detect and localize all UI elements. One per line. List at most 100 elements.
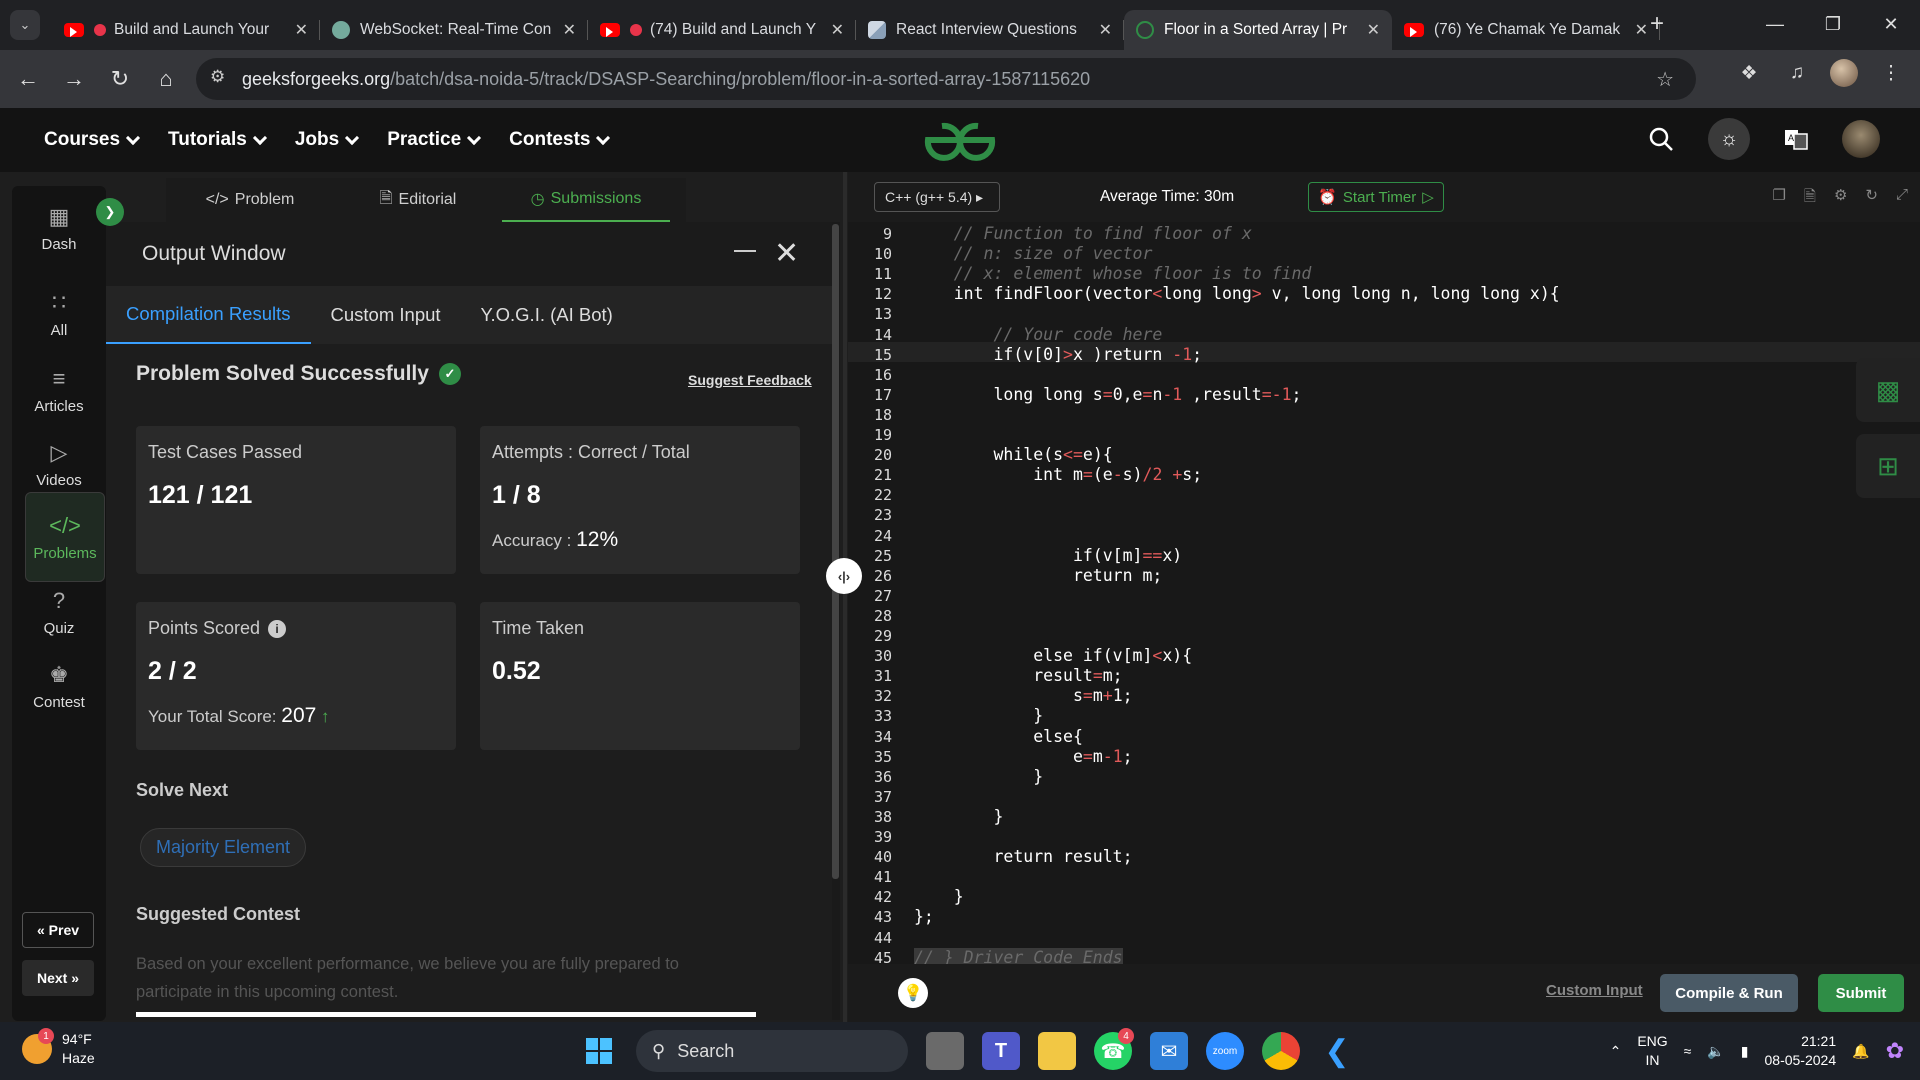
close-tab-icon[interactable]: ✕ [1367, 20, 1380, 40]
suggest-feedback-link[interactable]: Suggest Feedback [688, 372, 812, 388]
nav-tutorials[interactable]: Tutorials [168, 129, 267, 151]
clock[interactable]: 21:21 08-05-2024 [1765, 1032, 1837, 1070]
tab-problem[interactable]: </> Problem [166, 178, 334, 222]
code-line[interactable]: while(s<=e){ [914, 445, 1112, 465]
new-tab-button[interactable]: + [1650, 10, 1664, 38]
info-icon[interactable]: i [268, 619, 287, 638]
copilot-icon[interactable]: ✿ [1886, 1038, 1904, 1064]
close-output-icon[interactable]: ✕ [774, 236, 799, 271]
browser-tab[interactable]: Build and Launch Your ✕ [52, 10, 320, 50]
code-line[interactable]: // Function to find floor of x [914, 224, 1252, 244]
media-control-icon[interactable]: ♫ [1782, 58, 1812, 88]
close-window-icon[interactable]: ✕ [1862, 0, 1920, 48]
browser-tab[interactable]: WebSocket: Real-Time Con ✕ [320, 10, 588, 50]
tab-submissions[interactable]: ◷ Submissions [502, 178, 670, 222]
browser-tab[interactable]: (76) Ye Chamak Ye Damak ✕ [1392, 10, 1660, 50]
prev-button[interactable]: « Prev [22, 912, 94, 948]
forward-button[interactable]: → [54, 59, 94, 99]
language-select[interactable]: C++ (g++ 5.4) ▸ [874, 182, 1000, 212]
nav-practice[interactable]: Practice [387, 129, 482, 151]
theme-toggle-icon[interactable]: ☼ [1708, 118, 1750, 160]
restore-icon[interactable]: ❐ [1804, 0, 1862, 48]
resize-handle-icon[interactable]: ‹|› [826, 558, 862, 594]
start-timer-button[interactable]: ⏰ Start Timer ▷ [1308, 182, 1444, 212]
code-line[interactable]: s=m+1; [914, 686, 1133, 706]
tab-editorial[interactable]: 🗎 Editorial [334, 178, 502, 222]
compile-run-button[interactable]: Compile & Run [1660, 974, 1798, 1012]
custom-input-link[interactable]: Custom Input [1546, 982, 1643, 999]
close-tab-icon[interactable]: ✕ [1099, 20, 1112, 40]
code-line[interactable]: return result; [914, 847, 1132, 867]
home-button[interactable]: ⌂ [146, 59, 186, 99]
battery-icon[interactable]: ▮ [1741, 1043, 1749, 1060]
reload-button[interactable]: ↻ [100, 59, 140, 99]
extensions-icon[interactable]: ❖ [1734, 58, 1764, 88]
browser-menu-icon[interactable]: ⋮ [1876, 58, 1906, 88]
tab-ai-bot[interactable]: Y.O.G.I. (AI Bot) [461, 286, 633, 344]
code-line[interactable]: } [914, 807, 1003, 827]
task-view-icon[interactable] [926, 1032, 964, 1070]
minimize-output-icon[interactable] [734, 250, 756, 252]
back-button[interactable]: ← [8, 59, 48, 99]
minimize-icon[interactable]: — [1746, 0, 1804, 48]
browser-tab[interactable]: (74) Build and Launch Y ✕ [588, 10, 856, 50]
show-hidden-icons[interactable]: ⌃ [1610, 1043, 1622, 1060]
sidebar-item-videos[interactable]: ▷ Videos [12, 426, 106, 502]
chrome-icon[interactable] [1262, 1032, 1300, 1070]
code-line[interactable]: // x: element whose floor is to find [914, 264, 1312, 284]
code-line[interactable]: return m; [914, 566, 1162, 586]
zoom-icon[interactable]: zoom [1206, 1032, 1244, 1070]
sidebar-item-articles[interactable]: ≡ Articles [12, 352, 106, 428]
input-language[interactable]: ENG [1637, 1032, 1667, 1051]
code-line[interactable]: }; [914, 907, 934, 927]
code-line[interactable]: else if(v[m]<x){ [914, 646, 1192, 666]
user-avatar[interactable] [1842, 120, 1880, 158]
code-line[interactable]: int findFloor(vector<long long> v, long … [914, 284, 1560, 304]
tab-compilation-results[interactable]: Compilation Results [106, 286, 311, 344]
browser-profile-avatar[interactable] [1830, 59, 1858, 87]
code-line[interactable]: // Your code here [914, 325, 1162, 345]
notifications-icon[interactable]: 🔔 [1852, 1043, 1869, 1060]
close-tab-icon[interactable]: ✕ [295, 20, 308, 40]
nav-courses[interactable]: Courses [44, 129, 141, 151]
code-editor[interactable]: 9 // Function to find floor of x 10 // n:… [848, 222, 1920, 964]
fullscreen-icon[interactable]: ⤢ [1896, 186, 1908, 211]
taskbar-search[interactable]: ⚲ Search [636, 1030, 908, 1072]
reset-icon[interactable]: ↻ [1865, 186, 1878, 211]
weather-widget[interactable]: 1 94°F Haze [22, 1028, 95, 1068]
translate-icon[interactable]: A [1784, 127, 1808, 151]
close-tab-icon[interactable]: ✕ [563, 20, 576, 40]
code-line[interactable]: // } Driver Code Ends [914, 948, 1123, 964]
tab-search-button[interactable]: ⌄ [10, 10, 40, 40]
browser-tab[interactable]: React Interview Questions ✕ [856, 10, 1124, 50]
sidebar-item-contest[interactable]: ♚ Contest [12, 648, 106, 724]
copy-icon[interactable]: ❐ [1772, 186, 1785, 211]
close-tab-icon[interactable]: ✕ [1635, 20, 1648, 40]
search-icon[interactable] [1648, 126, 1674, 152]
code-line[interactable]: result=m; [914, 666, 1122, 686]
sidebar-item-problems[interactable]: </> Problems [25, 492, 105, 582]
add-note-icon[interactable]: ⊞ [1856, 434, 1920, 498]
sidebar-item-quiz[interactable]: ? Quiz [12, 574, 106, 650]
code-line[interactable]: int m=(e-s)/2 +s; [914, 465, 1202, 485]
volume-icon[interactable]: 🔈 [1707, 1043, 1724, 1060]
code-line[interactable]: } [914, 767, 1043, 787]
comments-icon[interactable]: ▩ [1856, 358, 1920, 422]
expand-sidebar-icon[interactable]: ❯ [96, 198, 124, 226]
submit-button[interactable]: Submit [1818, 974, 1904, 1012]
sidebar-item-all[interactable]: ∷ All [12, 276, 106, 352]
panel-divider[interactable] [843, 172, 847, 1022]
code-line[interactable]: if(v[m]==x) [914, 546, 1182, 566]
wifi-icon[interactable]: ≈ [1684, 1043, 1692, 1059]
nav-jobs[interactable]: Jobs [295, 129, 360, 151]
bookmark-star-icon[interactable]: ☆ [1656, 67, 1674, 92]
site-info-icon[interactable]: ⚙ [210, 67, 225, 87]
tab-custom-input[interactable]: Custom Input [311, 286, 461, 344]
file-icon[interactable]: 🗎 [1804, 186, 1816, 211]
nav-contests[interactable]: Contests [509, 129, 611, 151]
hint-bulb-icon[interactable]: 💡 [898, 978, 928, 1008]
settings-icon[interactable]: ⚙ [1834, 186, 1847, 211]
code-line[interactable]: } [914, 706, 1043, 726]
close-tab-icon[interactable]: ✕ [831, 20, 844, 40]
windows-start-icon[interactable] [580, 1032, 618, 1070]
